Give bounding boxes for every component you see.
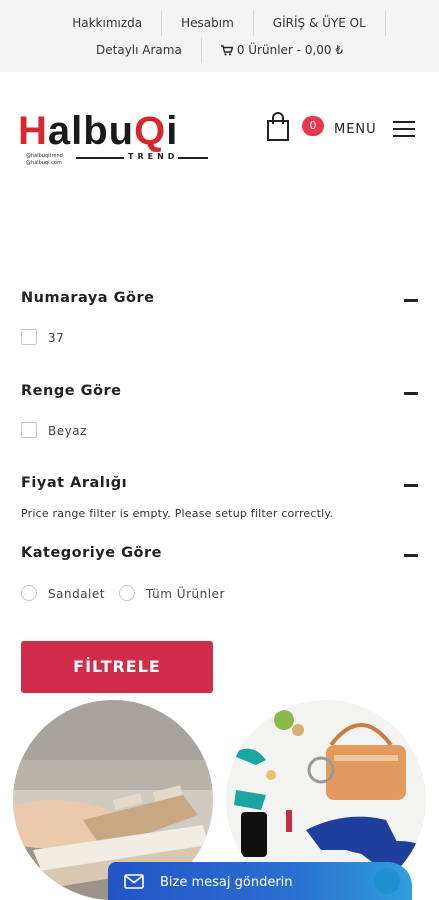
send-message-label: Bize mesaj gönderin [160, 875, 293, 890]
cart-icon [220, 44, 233, 55]
category-sandalet-radio[interactable] [21, 585, 37, 601]
send-message-bar[interactable]: Bize mesaj gönderin [108, 862, 412, 900]
site-logo[interactable]: HalbuQi TREND @halbuqitrend @halbuqi.com [18, 108, 213, 178]
color-beyaz-checkbox[interactable] [21, 422, 37, 438]
cart-count-badge: 0 [302, 116, 324, 136]
color-filter-title[interactable]: Renge Göre [21, 383, 121, 399]
hamburger-icon[interactable] [393, 121, 415, 137]
price-filter-title[interactable]: Fiyat Aralığı [21, 475, 127, 491]
category-option-label: Tüm Ürünler [146, 587, 225, 601]
top-bar: Hakkımızda Hesabım GİRİŞ & ÜYE OL Detayl… [0, 0, 439, 72]
color-filter-collapse-icon[interactable] [404, 392, 418, 395]
category-filter-title[interactable]: Kategoriye Göre [21, 545, 162, 561]
color-option-label: Beyaz [48, 424, 87, 438]
size-filter-collapse-icon[interactable] [404, 299, 418, 302]
top-links-row-2: Detaylı Arama 0 Ürünler - 0,00 ₺ [0, 37, 439, 63]
logo-wordmark: HalbuQi [18, 109, 179, 153]
message-bar-accent [374, 868, 400, 894]
size-option-label: 37 [48, 331, 65, 345]
price-filter-note: Price range filter is empty. Please setu… [21, 507, 334, 520]
shopping-bag-icon[interactable] [265, 112, 291, 142]
about-link[interactable]: Hakkımızda [53, 10, 163, 36]
size-37-checkbox[interactable] [21, 329, 37, 345]
mini-cart-link[interactable]: 0 Ürünler - 0,00 ₺ [202, 37, 362, 63]
logo-subtitle: TREND [128, 152, 179, 161]
filter-submit-button[interactable]: FİLTRELE [21, 641, 213, 693]
category-option-label: Sandalet [48, 587, 105, 601]
menu-label[interactable]: MENU [334, 122, 377, 137]
envelope-icon [124, 874, 144, 889]
account-link[interactable]: Hesabım [162, 10, 254, 36]
site-header: HalbuQi TREND @halbuqitrend @halbuqi.com… [0, 72, 439, 192]
detailed-search-link[interactable]: Detaylı Arama [77, 37, 202, 63]
top-links-row: Hakkımızda Hesabım GİRİŞ & ÜYE OL [0, 10, 439, 36]
category-filter-collapse-icon[interactable] [404, 554, 418, 557]
logo-handles: @halbuqitrend @halbuqi.com [26, 153, 63, 166]
login-register-link[interactable]: GİRİŞ & ÜYE OL [254, 10, 386, 36]
mini-cart-summary: 0 Ürünler - 0,00 ₺ [236, 43, 343, 57]
category-all-products-radio[interactable] [119, 585, 135, 601]
price-filter-collapse-icon[interactable] [404, 484, 418, 487]
size-filter-title[interactable]: Numaraya Göre [21, 290, 154, 306]
